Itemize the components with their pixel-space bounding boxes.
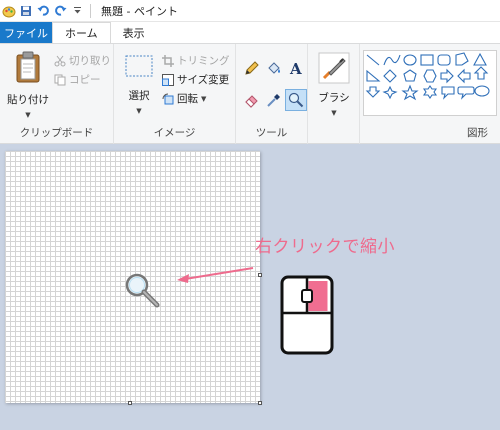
clipboard-group: 貼り付け ▼ 切り取り コピー クリップボード	[0, 44, 114, 144]
rotate-icon	[162, 93, 174, 104]
brushes-button[interactable]: ブラシ ▼	[314, 52, 354, 117]
color-picker-icon	[267, 94, 280, 107]
tab-file[interactable]: ファイル	[0, 22, 52, 43]
oval-callout-shape-icon[interactable]	[474, 85, 490, 97]
title-bar: 無題 - ペイント	[0, 0, 500, 22]
image-group-label: イメージ	[153, 127, 196, 139]
rounded-rectangle-shape-icon[interactable]	[437, 54, 451, 66]
pencil-icon	[245, 61, 259, 75]
shapes-gallery-icons	[365, 52, 490, 101]
select-label: 選択	[128, 90, 150, 102]
cut-button[interactable]: 切り取り	[54, 53, 111, 68]
image-group: 選択 ▼ トリミング サイズ変更 回転 ▼ イメージ	[114, 44, 236, 144]
curve-shape-icon[interactable]	[383, 54, 401, 66]
brushes-label: ブラシ	[318, 92, 350, 104]
resize-label: サイズ変更	[177, 74, 230, 86]
brushes-dropdown-arrow[interactable]: ▼	[331, 109, 336, 117]
right-triangle-shape-icon[interactable]	[366, 69, 381, 82]
paint-app-icon[interactable]	[2, 4, 16, 18]
workspace[interactable]: 右クリックで縮小	[0, 145, 500, 430]
paste-icon	[16, 51, 40, 83]
brushes-group: ブラシ ▼	[308, 44, 360, 144]
scissors-icon	[54, 55, 66, 66]
shapes-group-label: 図形	[467, 127, 488, 139]
tools-group: A ツール	[236, 44, 308, 144]
window-title: 無題 - ペイント	[101, 4, 178, 18]
select-dropdown-arrow[interactable]: ▼	[136, 107, 141, 115]
eraser-icon	[245, 95, 258, 108]
rectangle-shape-icon[interactable]	[420, 54, 434, 66]
tab-view[interactable]: 表示	[111, 22, 157, 43]
paste-dropdown-arrow[interactable]: ▼	[25, 111, 30, 119]
text-tool[interactable]: A	[286, 58, 306, 78]
text-icon: A	[289, 60, 302, 76]
ribbon: 貼り付け ▼ 切り取り コピー クリップボード 選択 ▼ トリミング サイズ変更	[0, 43, 500, 144]
line-shape-icon[interactable]	[366, 54, 380, 66]
shapes-gallery	[363, 50, 497, 116]
redo-icon[interactable]	[53, 4, 67, 18]
brush-icon	[318, 52, 350, 84]
eraser-tool[interactable]	[242, 90, 262, 110]
annotation-arrow-icon	[177, 267, 254, 283]
paste-button[interactable]: 貼り付け ▼	[6, 50, 50, 119]
rotate-button[interactable]: 回転 ▼	[162, 91, 206, 106]
cut-label: 切り取り	[69, 55, 111, 67]
undo-icon[interactable]	[36, 4, 50, 18]
customize-toolbar-icon[interactable]	[70, 4, 84, 18]
crop-label: トリミング	[177, 55, 230, 67]
clipboard-group-label: クリップボード	[19, 127, 94, 139]
diamond-shape-icon[interactable]	[383, 69, 397, 83]
magnifier-icon	[288, 92, 304, 108]
canvas-resize-handle-bottom[interactable]	[128, 401, 132, 405]
pencil-tool[interactable]	[242, 58, 262, 78]
tab-home[interactable]: ホーム	[52, 22, 111, 43]
resize-icon	[162, 73, 174, 86]
copy-label: コピー	[69, 74, 101, 86]
polygon-shape-icon[interactable]	[455, 52, 469, 66]
six-point-star-shape-icon[interactable]	[422, 85, 438, 99]
copy-icon	[54, 74, 66, 85]
pentagon-shape-icon[interactable]	[403, 69, 417, 82]
tools-group-label: ツール	[255, 127, 288, 139]
svg-text:A: A	[289, 60, 302, 76]
rounded-callout-shape-icon[interactable]	[457, 86, 475, 100]
fill-tool[interactable]	[264, 58, 284, 78]
right-arrow-shape-icon[interactable]	[440, 68, 454, 84]
crop-button[interactable]: トリミング	[162, 53, 230, 68]
left-arrow-shape-icon[interactable]	[457, 68, 471, 84]
ribbon-tabs: ファイル ホーム 表示	[0, 22, 500, 43]
four-point-star-shape-icon[interactable]	[382, 85, 398, 100]
select-button[interactable]: 選択 ▼	[122, 54, 156, 115]
five-point-star-shape-icon[interactable]	[401, 84, 419, 101]
magnifier-cursor-icon	[125, 273, 160, 308]
triangle-shape-icon[interactable]	[473, 52, 487, 66]
rotate-label: 回転	[177, 93, 198, 105]
oval-shape-icon[interactable]	[403, 54, 417, 66]
resize-button[interactable]: サイズ変更	[162, 72, 229, 87]
save-icon[interactable]	[19, 4, 33, 18]
color-picker-tool[interactable]	[264, 90, 284, 110]
quick-access-toolbar	[0, 4, 84, 18]
paste-label: 貼り付け	[7, 94, 49, 106]
canvas-resize-handle-corner[interactable]	[258, 401, 262, 405]
fill-icon	[268, 62, 280, 74]
shapes-group: 図形	[360, 44, 500, 144]
mouse-right-click-icon	[280, 275, 334, 355]
rect-callout-shape-icon[interactable]	[441, 86, 455, 100]
title-separator	[90, 3, 91, 18]
hexagon-shape-icon[interactable]	[423, 69, 437, 83]
annotation-text: 右クリックで縮小	[255, 237, 395, 257]
copy-button[interactable]: コピー	[54, 72, 101, 87]
magnifier-tool[interactable]	[285, 89, 307, 111]
rotate-dropdown-arrow[interactable]: ▼	[201, 95, 206, 103]
select-rectangle-icon	[125, 55, 153, 77]
canvas-resize-handle-right[interactable]	[258, 273, 262, 277]
crop-icon	[162, 54, 174, 67]
up-arrow-shape-icon[interactable]	[473, 66, 489, 80]
down-arrow-shape-icon[interactable]	[365, 86, 381, 98]
